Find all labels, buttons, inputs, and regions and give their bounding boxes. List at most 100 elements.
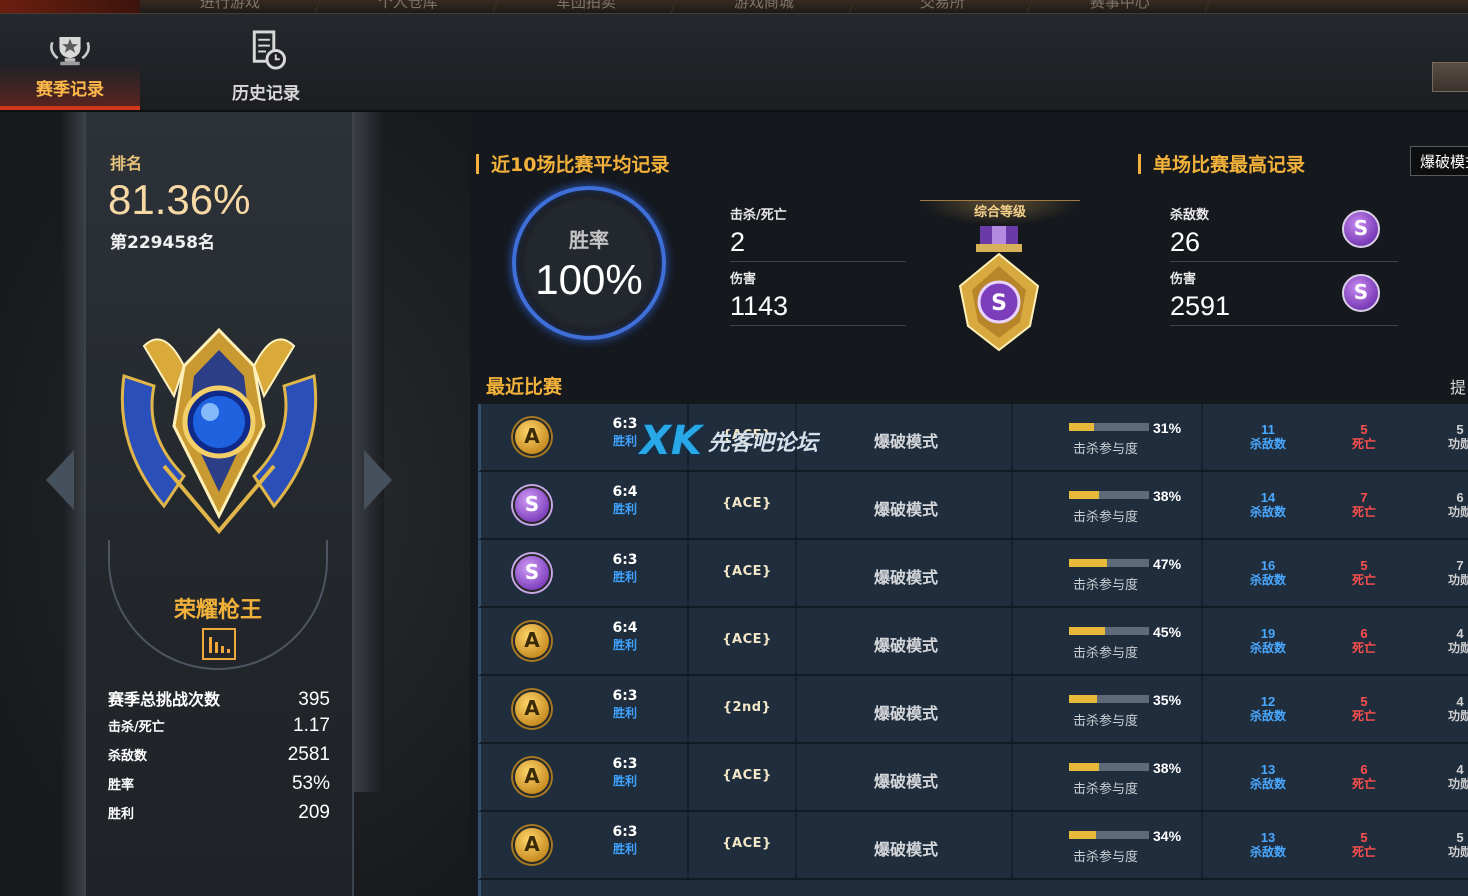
score-text: 6:3: [612, 688, 638, 704]
nav-play[interactable]: 进行游戏: [137, 0, 321, 13]
assists-label: 功勋: [1447, 573, 1468, 587]
match-mode: 爆破模式: [873, 636, 938, 655]
match-score: 6:3 胜利: [605, 756, 645, 789]
score-text: 6:4: [612, 484, 638, 500]
match-score: 6:4 胜利: [605, 484, 645, 517]
column-divider: [795, 472, 797, 538]
winrate-value: 100%: [535, 256, 643, 303]
rank-title: 荣耀枪王: [173, 598, 262, 623]
match-grade-icon: A: [513, 622, 551, 660]
match-kills: 13 杀敌数: [1233, 830, 1303, 860]
match-row[interactable]: S 6:4 胜利 {ACE} 爆破模式 38% 击杀参与度 14 杀敌数 7 死亡 6 功勋: [478, 472, 1468, 540]
match-mode: 爆破模式: [873, 704, 938, 723]
match-assists: 6 功勋: [1425, 490, 1468, 520]
deaths-value: 7: [1360, 490, 1368, 505]
assists-label: 功勋: [1447, 641, 1468, 655]
match-score: 6:3 胜利: [605, 416, 645, 449]
match-deaths: 5 死亡: [1329, 694, 1399, 724]
stat-row: 杀敌数 2581: [108, 744, 330, 773]
stat-value: 209: [298, 802, 330, 823]
season-stats: 赛季总挑战次数 395 击杀/死亡 1.17 杀敌数 2581 胜率 53% 胜…: [108, 686, 330, 831]
match-row[interactable]: A 6:3 胜利 {ACE} 爆破模式 38% 击杀参与度 13 杀敌数 6 死亡 4 功勋: [478, 744, 1468, 812]
match-badge: {2nd}: [722, 700, 772, 715]
assists-value: 7: [1456, 558, 1464, 573]
match-kills: 13 杀敌数: [1233, 762, 1303, 792]
score-text: 6:3: [612, 416, 638, 432]
rank-label: 排名: [110, 154, 143, 173]
kills-value: 12: [1260, 694, 1276, 709]
match-badge: {ACE}: [722, 564, 772, 579]
top-nav: 进行游戏 个人仓库 军団拍卖 游戏商城 交易所 赛事中心: [0, 0, 1468, 14]
deaths-value: 5: [1360, 422, 1368, 437]
deaths-value: 6: [1360, 762, 1368, 777]
avg-kd-value: 2: [730, 227, 746, 257]
cut-hint-text: 提: [1450, 378, 1467, 397]
match-score: 6:3 胜利: [605, 688, 645, 721]
rank-position: 第229458名: [110, 233, 215, 253]
prev-season-arrow[interactable]: [46, 450, 74, 510]
tab-season-record[interactable]: 赛季记录: [0, 30, 140, 110]
deaths-label: 死亡: [1351, 573, 1376, 587]
match-row[interactable]: A 6:3 胜利 {ACE} 爆破模式 34% 击杀参与度 13 杀敌数 5 死亡 5 功勋: [478, 812, 1468, 880]
column-divider: [795, 812, 797, 878]
mode-select[interactable]: 爆破模式: [1410, 146, 1468, 176]
score-text: 6:3: [612, 552, 638, 568]
column-divider: [1201, 676, 1203, 742]
next-season-arrow[interactable]: [364, 450, 392, 510]
column-divider: [1201, 404, 1203, 470]
kill-participation-bar: [1069, 831, 1149, 839]
match-score: 6:4 胜利: [605, 620, 645, 653]
match-badge: {ACE}: [722, 496, 772, 511]
nav-warehouse[interactable]: 个人仓库: [315, 0, 499, 13]
match-grade-icon: A: [513, 758, 551, 796]
kill-participation-label: 击杀参与度: [1073, 510, 1139, 525]
assists-value: 4: [1456, 626, 1464, 641]
tab-history-record[interactable]: 历史记录: [196, 30, 336, 110]
avg-kd-block: 击杀/死亡 2: [730, 204, 906, 262]
trophy-icon: [50, 37, 90, 66]
overall-grade-label: 综合等级: [920, 200, 1080, 226]
deaths-value: 5: [1360, 694, 1368, 709]
assists-label: 功勋: [1447, 709, 1468, 723]
nav-auction[interactable]: 军団拍卖: [493, 0, 677, 13]
match-mode: 爆破模式: [873, 772, 938, 791]
stat-key: 赛季总挑战次数: [108, 690, 221, 709]
avg-kd-label: 击杀/死亡: [730, 208, 787, 223]
nav-events[interactable]: 赛事中心: [1027, 0, 1211, 13]
rank-chart-button[interactable]: [202, 628, 236, 660]
deaths-value: 5: [1360, 830, 1368, 845]
match-kills: 19 杀敌数: [1233, 626, 1303, 656]
column-divider: [1201, 472, 1203, 538]
match-deaths: 7 死亡: [1329, 490, 1399, 520]
nav-shop[interactable]: 游戏商城: [671, 0, 855, 13]
deaths-value: 6: [1360, 626, 1368, 641]
kill-participation-percent: 47%: [1153, 556, 1182, 572]
rank-percent: 81.36%: [108, 176, 251, 223]
match-row[interactable]: A 6:3 胜利 {ACE} 爆破模式 31% 击杀参与度 11 杀敌数 5 死亡 5 功勋: [478, 404, 1468, 472]
match-deaths: 6 死亡: [1329, 762, 1399, 792]
best-kills-grade-icon: S: [1342, 210, 1380, 248]
match-row-partial[interactable]: [478, 880, 1468, 896]
match-row[interactable]: A 6:4 胜利 {ACE} 爆破模式 45% 击杀参与度 19 杀敌数 6 死亡 4 功勋: [478, 608, 1468, 676]
kill-participation-label: 击杀参与度: [1073, 646, 1139, 661]
match-deaths: 5 死亡: [1329, 422, 1399, 452]
deaths-label: 死亡: [1351, 437, 1376, 451]
match-row[interactable]: S 6:3 胜利 {ACE} 爆破模式 47% 击杀参与度 16 杀敌数 5 死亡 7 功勋: [478, 540, 1468, 608]
panel-toggle-button[interactable]: [1432, 62, 1468, 92]
match-kills: 14 杀敌数: [1233, 490, 1303, 520]
winrate-label: 胜率: [569, 228, 609, 252]
match-badge: {ACE}: [722, 428, 772, 443]
match-deaths: 5 死亡: [1329, 558, 1399, 588]
kill-participation-fill: [1069, 423, 1094, 431]
nav-exchange[interactable]: 交易所: [849, 0, 1033, 13]
kill-participation-fill: [1069, 559, 1107, 567]
kill-participation-bar: [1069, 763, 1149, 771]
match-mode: 爆破模式: [873, 840, 938, 859]
stat-key: 杀敌数: [108, 749, 148, 764]
match-row[interactable]: A 6:3 胜利 {2nd} 爆破模式 35% 击杀参与度 12 杀敌数 5 死亡 4 功勋: [478, 676, 1468, 744]
stat-row: 击杀/死亡 1.17: [108, 715, 330, 744]
kill-participation-label: 击杀参与度: [1073, 714, 1139, 729]
stat-row: 胜利 209: [108, 802, 330, 831]
match-assists: 4 功勋: [1425, 762, 1468, 792]
column-divider: [687, 472, 689, 538]
